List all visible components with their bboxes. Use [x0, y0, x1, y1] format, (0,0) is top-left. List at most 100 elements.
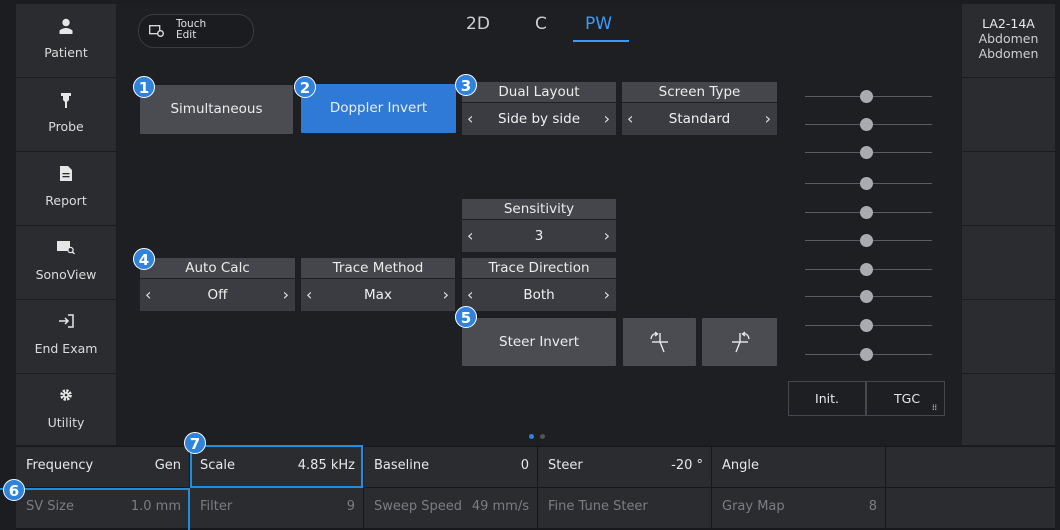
- tgc-slider-knob[interactable]: [860, 290, 873, 303]
- tgc-slider-knob[interactable]: [860, 319, 873, 332]
- tgc-button[interactable]: TGC ⁞⁞: [866, 381, 945, 416]
- probe-preset: Abdomen: [978, 31, 1039, 46]
- param-value: 9: [346, 499, 355, 514]
- simultaneous-button[interactable]: Simultaneous: [140, 85, 293, 134]
- tgc-slider-knob[interactable]: [860, 348, 873, 361]
- sidebar-item-probe[interactable]: Probe: [16, 78, 116, 152]
- chevron-left-icon[interactable]: ‹: [467, 220, 473, 252]
- auto-calc-value-box: ‹ Off ›: [140, 279, 295, 311]
- sidebar-item-label: SonoView: [35, 267, 97, 282]
- screen-type-selector: Screen Type ‹ Standard ›: [622, 82, 777, 136]
- callout-badge-3: 3: [455, 74, 477, 96]
- tgc-label: TGC: [894, 391, 921, 406]
- param-value: 0: [520, 458, 529, 473]
- sidebar-item-patient[interactable]: Patient: [16, 4, 116, 78]
- grid-dots-icon: ⁞⁞: [932, 403, 938, 412]
- tgc-slider-knob[interactable]: [860, 206, 873, 219]
- sidebar-item-utility[interactable]: Utility: [16, 374, 116, 447]
- sidebar-item-end-exam[interactable]: End Exam: [16, 300, 116, 374]
- tgc-slider-knob[interactable]: [860, 177, 873, 190]
- chevron-left-icon[interactable]: ‹: [145, 279, 151, 311]
- auto-calc-value: Off: [207, 287, 228, 303]
- chevron-right-icon[interactable]: ›: [765, 103, 771, 135]
- trace-method-value: Max: [364, 287, 392, 303]
- auto-calc-label: Auto Calc: [140, 258, 295, 278]
- param-frequency[interactable]: Frequency Gen: [16, 447, 189, 487]
- right-panel-slot: [962, 300, 1055, 374]
- param-empty: [886, 488, 1055, 528]
- callout-badge-7: 7: [184, 432, 206, 454]
- tgc-slider-knob[interactable]: [860, 234, 873, 247]
- chevron-left-icon[interactable]: ‹: [306, 279, 312, 311]
- param-key: Sweep Speed: [374, 499, 463, 514]
- probe-application: Abdomen: [978, 46, 1039, 61]
- sensitivity-value: 3: [534, 228, 544, 244]
- chevron-right-icon[interactable]: ›: [604, 103, 610, 135]
- tgc-slider-knob[interactable]: [860, 90, 873, 103]
- page-dot[interactable]: [540, 434, 545, 439]
- param-gray-map[interactable]: Gray Map 8: [712, 488, 885, 528]
- steer-right-button[interactable]: [702, 318, 777, 366]
- chevron-right-icon[interactable]: ›: [604, 220, 610, 252]
- param-key: Angle: [722, 458, 759, 473]
- right-panel-slot: [962, 152, 1055, 226]
- sidebar-item-report[interactable]: Report: [16, 152, 116, 226]
- probe-info[interactable]: LA2-14A Abdomen Abdomen: [962, 4, 1055, 78]
- chevron-right-icon[interactable]: ›: [443, 279, 449, 311]
- dual-layout-selector: Dual Layout ‹ Side by side ›: [462, 82, 616, 136]
- tgc-slider-knob[interactable]: [860, 263, 873, 276]
- sensitivity-value-box: ‹ 3 ›: [462, 220, 616, 252]
- callout-badge-5: 5: [455, 306, 477, 328]
- screen-type-label: Screen Type: [622, 82, 777, 102]
- sidebar-item-label: End Exam: [34, 341, 98, 356]
- init-button[interactable]: Init.: [788, 381, 866, 416]
- document-icon: [16, 166, 116, 184]
- param-sweep-speed[interactable]: Sweep Speed 49 mm/s: [364, 488, 537, 528]
- tgc-slider-knob[interactable]: [860, 146, 873, 159]
- trace-direction-value: Both: [523, 287, 555, 303]
- callout-badge-2: 2: [294, 76, 316, 98]
- left-sidebar: Patient Probe Report SonoView End Exam U…: [16, 4, 116, 445]
- param-key: Fine Tune Steer: [548, 499, 648, 514]
- param-steer[interactable]: Steer -20 °: [538, 447, 711, 487]
- callout-badge-6: 6: [3, 479, 25, 501]
- trace-direction-selector: Trace Direction ‹ Both ›: [462, 258, 616, 312]
- steer-invert-button[interactable]: Steer Invert: [462, 318, 616, 366]
- param-fine-tune-steer[interactable]: Fine Tune Steer: [538, 488, 711, 528]
- steer-left-button[interactable]: [623, 318, 696, 366]
- touch-edit-button[interactable]: Touch Edit: [138, 14, 254, 48]
- sonoview-icon: [16, 240, 116, 258]
- sidebar-item-sonoview[interactable]: SonoView: [16, 226, 116, 300]
- tab-2d[interactable]: 2D: [466, 14, 490, 34]
- sensitivity-selector: Sensitivity ‹ 3 ›: [462, 199, 616, 253]
- param-value: Gen: [154, 458, 181, 473]
- param-key: Filter: [200, 499, 233, 514]
- page-dot-active[interactable]: [529, 434, 534, 439]
- param-empty: [886, 447, 1055, 487]
- param-baseline[interactable]: Baseline 0: [364, 447, 537, 487]
- param-angle[interactable]: Angle: [712, 447, 885, 487]
- highlight-frame-scale: [190, 445, 363, 488]
- steer-right-icon: [728, 330, 752, 358]
- doppler-invert-button[interactable]: Doppler Invert: [301, 84, 456, 133]
- sidebar-item-label: Report: [45, 193, 87, 208]
- tab-c[interactable]: C: [535, 14, 547, 34]
- chevron-right-icon[interactable]: ›: [283, 279, 289, 311]
- person-icon: [16, 18, 116, 36]
- chevron-right-icon[interactable]: ›: [604, 279, 610, 311]
- screen-type-value: Standard: [668, 111, 731, 127]
- chevron-left-icon[interactable]: ‹: [467, 103, 473, 135]
- trace-direction-value-box: ‹ Both ›: [462, 279, 616, 311]
- param-value: 49 mm/s: [471, 499, 529, 514]
- touch-edit-icon: [149, 25, 164, 41]
- param-key: Frequency: [26, 458, 94, 473]
- sensitivity-label: Sensitivity: [462, 199, 616, 219]
- param-key: Baseline: [374, 458, 430, 473]
- param-filter[interactable]: Filter 9: [190, 488, 363, 528]
- tab-pw[interactable]: PW: [585, 14, 612, 34]
- param-value: 8: [868, 499, 877, 514]
- chevron-left-icon[interactable]: ‹: [627, 103, 633, 135]
- sidebar-item-label: Probe: [48, 119, 84, 134]
- trace-method-selector: Trace Method ‹ Max ›: [301, 258, 455, 312]
- tgc-slider-knob[interactable]: [860, 118, 873, 131]
